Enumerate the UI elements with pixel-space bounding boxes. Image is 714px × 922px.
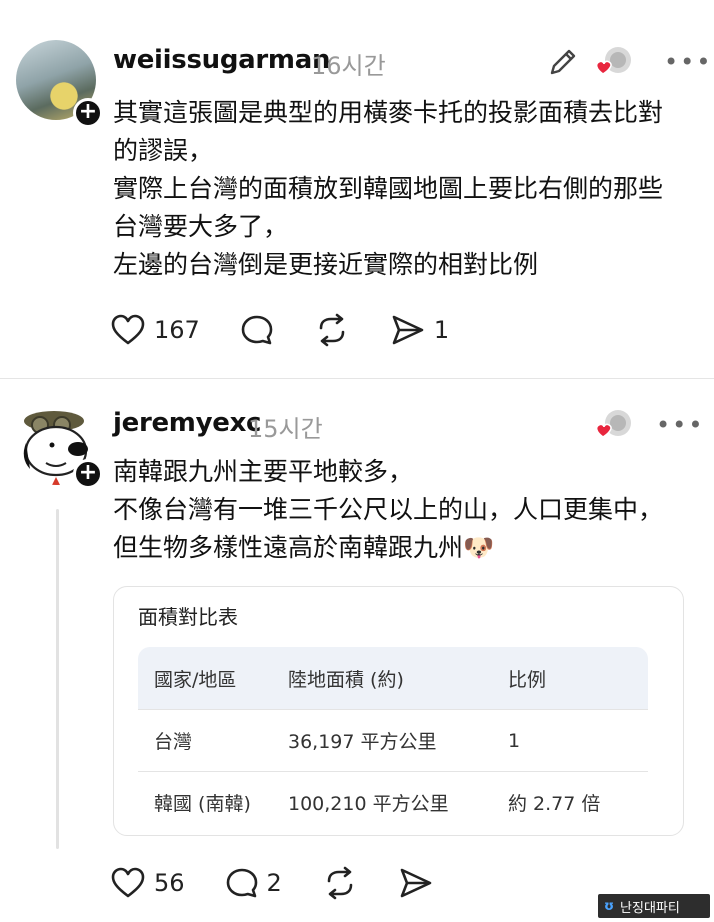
username[interactable]: jeremyexc: [113, 408, 261, 438]
table-cell: 36,197 平方公里: [288, 731, 437, 753]
watermark-text: 난징대파티: [620, 900, 680, 916]
post-top-icons: •••: [594, 407, 704, 443]
liked-user-avatar-icon[interactable]: [594, 44, 634, 80]
more-options-icon[interactable]: •••: [656, 411, 704, 439]
share-button[interactable]: 1: [390, 313, 449, 347]
timestamp: 15시간: [248, 415, 323, 443]
table-cell: 100,210 平方公里: [288, 793, 449, 815]
send-icon: [392, 315, 424, 345]
post-top-icons: •••: [546, 44, 712, 80]
follow-plus-button[interactable]: +: [73, 98, 103, 128]
table-cell: 韓國 (南韓): [154, 793, 251, 815]
action-bar: 167 1: [110, 313, 489, 347]
repost-icon: [327, 866, 353, 900]
watermark-logo-icon: ʊ: [604, 898, 615, 914]
like-button[interactable]: 167: [110, 313, 200, 347]
username[interactable]: weiissugarman: [113, 45, 330, 75]
table-header-cell: 陸地面積 (約): [288, 668, 404, 691]
post-1: + weiissugarman 16시간 ••• 其實這張圖是典型的用橫麥卡托的…: [0, 0, 714, 378]
repost-button[interactable]: [314, 313, 350, 347]
post-body: 南韓跟九州主要平地較多， 不像台灣有一堆三千公尺以上的山，人口更集中， 但生物多…: [113, 457, 664, 562]
watermark: ʊ 난징대파티: [598, 894, 710, 918]
liked-user-avatar-icon[interactable]: [594, 407, 634, 443]
table-title: 面積對比表: [138, 605, 238, 629]
table-header-row: 國家/地區 陸地面積 (約) 比例: [138, 647, 648, 709]
repost-icon: [319, 313, 345, 347]
heart-icon: [111, 867, 145, 898]
timestamp: 16시간: [311, 52, 386, 80]
table-row: 韓國 (南韓) 100,210 平方公里 約 2.77 倍: [138, 771, 648, 833]
comment-button[interactable]: 2: [225, 866, 282, 900]
area-comparison-table: 國家/地區 陸地面積 (約) 比例 台灣 36,197 平方公里 1 韓國 (南…: [138, 647, 648, 833]
edit-pencil-icon[interactable]: [546, 45, 580, 79]
like-count: 56: [154, 869, 185, 897]
like-count: 167: [154, 316, 200, 344]
follow-plus-button[interactable]: +: [73, 459, 103, 489]
table-cell: 1: [508, 729, 521, 752]
table-header-cell: 比例: [508, 668, 547, 691]
post-body: 其實這張圖是典型的用橫麥卡托的投影面積去比對 的謬誤， 實際上台灣的面積放到韓國…: [113, 98, 664, 279]
action-bar: 56 2: [110, 866, 474, 900]
share-count: 1: [433, 316, 450, 344]
heart-icon: [111, 314, 145, 345]
table-row: 台灣 36,197 平方公里 1: [138, 709, 648, 771]
comment-bubble-icon: [226, 868, 257, 898]
table-cell: 台灣: [154, 731, 193, 753]
comment-count: 2: [266, 869, 282, 897]
table-header-cell: 國家/地區: [154, 668, 237, 691]
thread-line: [56, 509, 59, 849]
post-2: + jeremyexc 15시간 ••• 南韓跟九州主要平地較多， 不像台灣有一…: [0, 379, 714, 922]
comment-button[interactable]: [240, 313, 274, 347]
repost-button[interactable]: [322, 866, 358, 900]
share-button[interactable]: [398, 866, 434, 900]
send-icon: [400, 868, 432, 898]
table-cell: 約 2.77 倍: [508, 793, 601, 815]
more-options-icon[interactable]: •••: [664, 48, 712, 76]
like-button[interactable]: 56: [110, 866, 185, 900]
comment-bubble-icon: [241, 315, 273, 345]
table-image-card[interactable]: 面積對比表 國家/地區 陸地面積 (約) 比例 台灣 36,197 平方公里 1…: [113, 586, 684, 836]
